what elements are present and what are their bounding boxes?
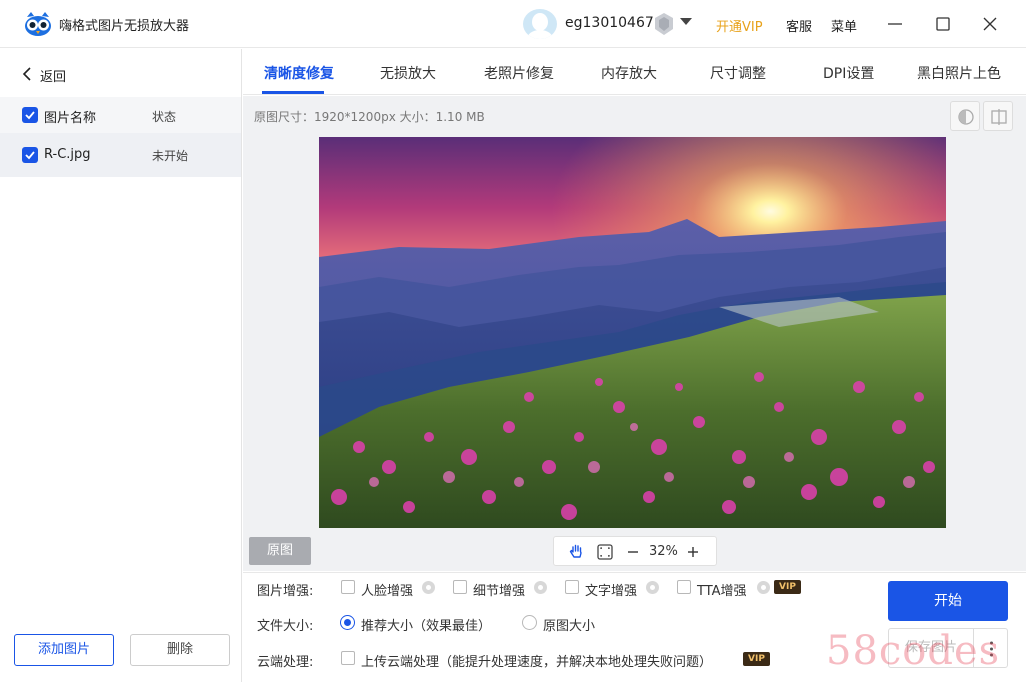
help-icon[interactable] [422, 581, 435, 594]
detail-enhance-label[interactable]: 细节增强 [473, 580, 525, 599]
detail-enhance-checkbox[interactable] [453, 580, 467, 594]
minimize-icon[interactable] [883, 12, 907, 36]
compare-side-button[interactable] [983, 101, 1013, 131]
delete-button[interactable]: 删除 [130, 634, 230, 666]
file-row[interactable]: R-C.jpg 未开始 [0, 133, 241, 177]
text-enhance-label[interactable]: 文字增强 [585, 580, 637, 599]
column-header-name: 图片名称 [44, 111, 97, 126]
active-tab-indicator [262, 91, 324, 94]
text-enhance-checkbox[interactable] [565, 580, 579, 594]
tab-lossless-upscale[interactable]: 无损放大 [380, 63, 436, 83]
customer-service-link[interactable]: 客服 [786, 16, 812, 35]
zoom-out-icon[interactable] [626, 543, 640, 561]
file-list-header: 图片名称 状态 [0, 97, 241, 133]
help-icon[interactable] [534, 581, 547, 594]
back-label: 返回 [40, 70, 67, 85]
original-image-button[interactable]: 原图 [249, 537, 311, 565]
image-info: 原图尺寸：1920*1200px 大小：1.10 MB [254, 110, 485, 124]
cloud-upload-checkbox[interactable] [341, 651, 355, 665]
username[interactable]: eg13010467 [565, 15, 654, 31]
close-icon[interactable] [978, 12, 1002, 36]
hand-pan-icon[interactable] [568, 543, 586, 561]
title-bar: 嗨格式图片无损放大器 eg13010467 开通VIP 客服 菜单 [0, 0, 1026, 48]
tab-dpi-settings[interactable]: DPI设置 [823, 63, 874, 83]
help-icon[interactable] [646, 581, 659, 594]
select-all-checkbox[interactable] [22, 107, 38, 123]
original-size-radio[interactable] [522, 615, 537, 630]
tab-old-photo-repair[interactable]: 老照片修复 [484, 63, 554, 83]
tab-colorize-bw-photo[interactable]: 黑白照片上色 [917, 63, 1001, 83]
add-image-button[interactable]: 添加图片 [14, 634, 114, 666]
tta-enhance-checkbox[interactable] [677, 580, 691, 594]
zoom-toolbar: 32% [553, 536, 717, 566]
check-icon [25, 111, 35, 120]
vip-tag: VIP [774, 580, 801, 594]
landscape-photo [319, 137, 946, 528]
help-icon[interactable] [757, 581, 770, 594]
column-header-status: 状态 [152, 110, 177, 124]
user-avatar[interactable] [523, 9, 557, 39]
tab-clarity-repair[interactable]: 清晰度修复 [264, 63, 334, 83]
open-vip-link[interactable]: 开通VIP [716, 16, 763, 35]
menu-link[interactable]: 菜单 [831, 16, 857, 35]
half-circle-compare-icon [958, 109, 974, 125]
zoom-level: 32% [649, 544, 678, 559]
app-title: 嗨格式图片无损放大器 [59, 19, 190, 34]
face-enhance-checkbox[interactable] [341, 580, 355, 594]
function-tabs: 清晰度修复 无损放大 老照片修复 内存放大 尺寸调整 DPI设置 黑白照片上色 [243, 49, 1026, 95]
fit-screen-icon[interactable] [596, 543, 614, 561]
compare-split-button[interactable] [950, 101, 980, 131]
side-by-side-icon [991, 109, 1007, 125]
original-size-label[interactable]: 原图大小 [543, 615, 595, 634]
cloud-upload-label[interactable]: 上传云端处理（能提升处理速度，并解决本地处理失败问题） [361, 651, 712, 670]
shield-badge-icon[interactable] [652, 12, 676, 36]
enhance-label: 图片增强: [257, 584, 314, 599]
tab-size-adjust[interactable]: 尺寸调整 [710, 63, 766, 83]
tta-enhance-label[interactable]: TTA增强 [697, 580, 747, 599]
cloud-processing-label: 云端处理: [257, 655, 314, 670]
check-icon [25, 151, 35, 160]
file-size-label: 文件大小: [257, 619, 314, 634]
owl-logo-icon [25, 12, 51, 36]
user-dropdown-caret-icon[interactable] [680, 18, 692, 25]
start-button[interactable]: 开始 [888, 581, 1008, 621]
maximize-icon[interactable] [931, 12, 955, 36]
watermark: 58codes [826, 628, 1001, 674]
preview-image [319, 137, 946, 528]
face-enhance-label[interactable]: 人脸增强 [361, 580, 413, 599]
avatar-icon [527, 13, 553, 39]
recommended-size-label[interactable]: 推荐大小（效果最佳） [361, 615, 491, 634]
vip-tag: VIP [743, 652, 770, 666]
file-checkbox[interactable] [22, 147, 38, 163]
tab-memory-upscale[interactable]: 内存放大 [601, 63, 657, 83]
file-name: R-C.jpg [44, 147, 91, 162]
chevron-left-icon [22, 67, 31, 81]
zoom-in-icon[interactable] [686, 543, 700, 561]
file-list-panel: 返回 图片名称 状态 R-C.jpg 未开始 添加图片 删除 [0, 49, 242, 682]
recommended-size-radio[interactable] [340, 615, 355, 630]
file-status: 未开始 [152, 149, 189, 163]
